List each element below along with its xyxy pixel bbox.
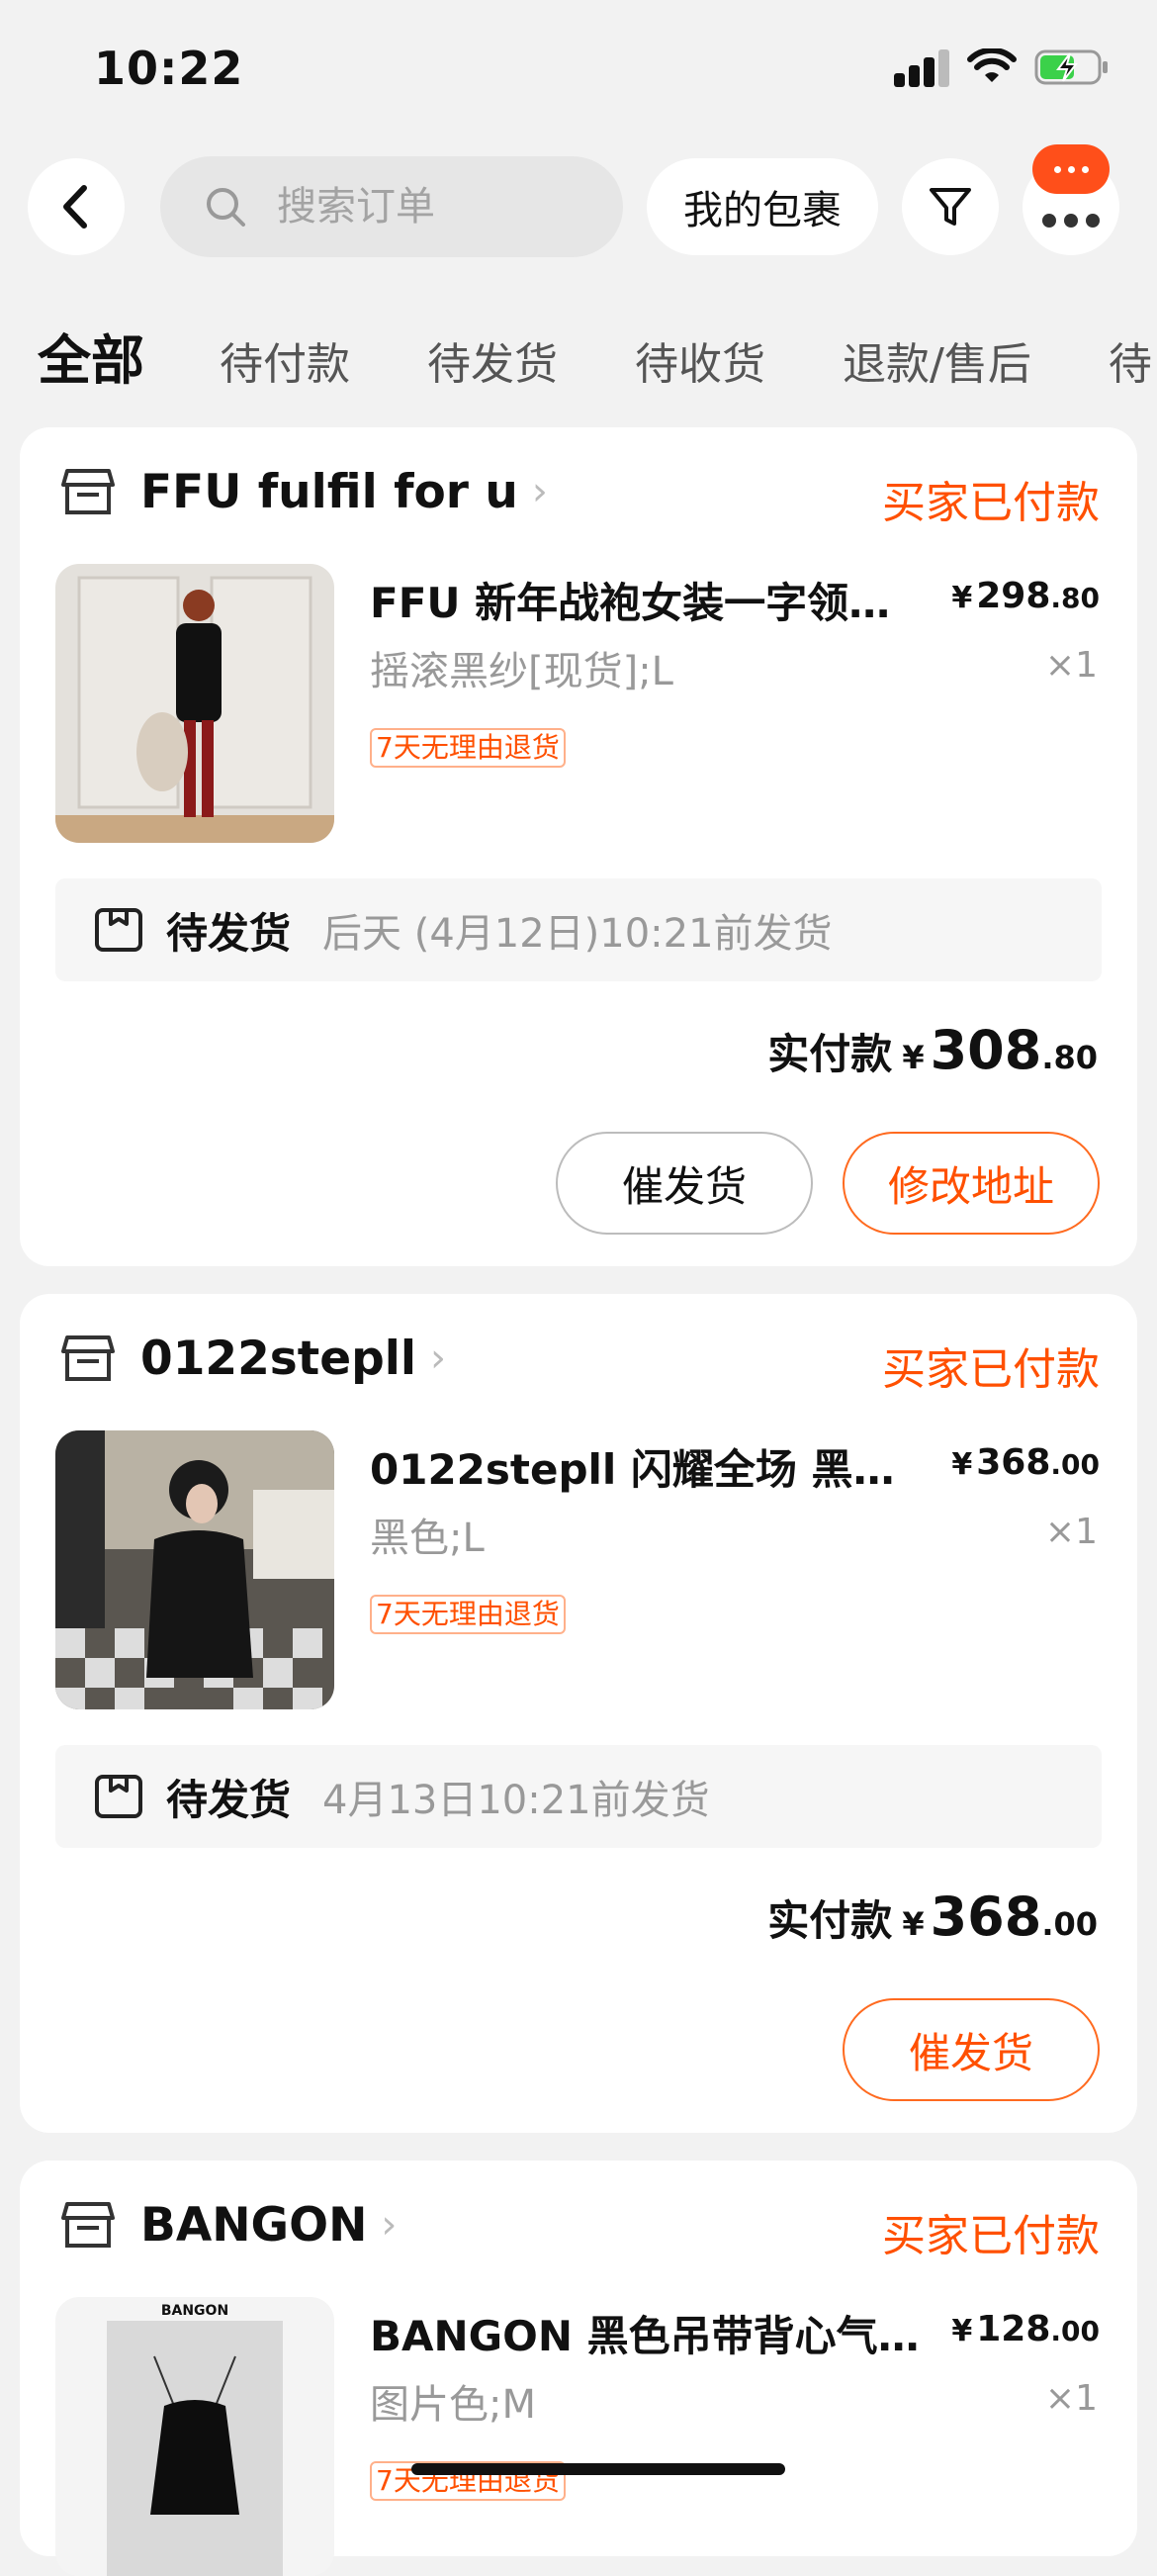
wifi-icon — [967, 48, 1017, 86]
home-indicator — [411, 2463, 785, 2475]
urge-shipment-button[interactable]: 催发货 — [556, 1132, 813, 1235]
shop-icon — [61, 469, 115, 514]
shop-name: FFU fulfil for u — [140, 464, 518, 519]
tab-all[interactable]: 全部 — [38, 317, 144, 395]
product-quantity: ×1 — [1044, 645, 1098, 686]
more-icon — [1042, 214, 1100, 228]
search-bar[interactable] — [160, 156, 623, 257]
status-time: 10:22 — [94, 42, 244, 95]
shop-icon — [61, 2202, 115, 2248]
shop-name: BANGON — [140, 2197, 368, 2253]
shop-name: 0122stepll — [140, 1331, 416, 1386]
paid-amount: 实付款 ¥308.80 — [767, 1019, 1098, 1081]
order-status: 买家已付款 — [882, 1344, 1100, 1395]
filter-button[interactable] — [902, 158, 999, 255]
product-image[interactable]: BANGON — [55, 2297, 334, 2576]
shipping-status: 待发货 — [166, 1775, 292, 1824]
order-card[interactable]: 0122stepll › 买家已付款 0122stepll 闪耀全场 黑色… ¥… — [20, 1294, 1137, 2133]
product-quantity: ×1 — [1044, 1512, 1098, 1552]
shop-header[interactable]: 0122stepll › — [59, 1330, 446, 1387]
chevron-right-icon: › — [430, 1335, 446, 1381]
order-status: 买家已付款 — [882, 2211, 1100, 2261]
tab-pending-review[interactable]: 待 — [1109, 328, 1152, 392]
product-title[interactable]: 0122stepll 闪耀全场 黑色… — [370, 1436, 924, 1497]
urge-shipment-button[interactable]: 催发货 — [843, 1998, 1100, 2101]
message-badge — [1032, 144, 1110, 194]
order-tabs: 全部 待付款 待发货 待收货 退款/售后 待 — [38, 317, 1157, 395]
search-input[interactable] — [275, 183, 605, 230]
product-quantity: ×1 — [1044, 2378, 1098, 2419]
chevron-right-icon: › — [531, 469, 548, 514]
shipping-deadline: 4月13日10:21前发货 — [322, 1778, 710, 1823]
chevron-right-icon: › — [381, 2202, 398, 2248]
order-card[interactable]: BANGON › 买家已付款 BANGON BANGON 黑色吊带背心气… ¥1… — [20, 2161, 1137, 2576]
package-icon — [95, 1775, 142, 1818]
search-icon — [207, 188, 245, 227]
tab-pending-receipt[interactable]: 待收货 — [635, 328, 765, 392]
status-icons — [894, 47, 1110, 87]
product-spec: 摇滚黑纱[现货];L — [370, 649, 673, 694]
tab-pending-shipment[interactable]: 待发货 — [427, 328, 558, 392]
product-title[interactable]: BANGON 黑色吊带背心气… — [370, 2303, 924, 2363]
battery-charging-icon — [1034, 47, 1110, 87]
product-spec: 图片色;M — [370, 2382, 536, 2428]
product-price: ¥298.80 — [951, 576, 1100, 616]
shop-header[interactable]: BANGON › — [59, 2196, 397, 2254]
return-policy-tag: 7天无理由退货 — [370, 728, 566, 768]
back-icon — [63, 185, 87, 229]
tab-refund[interactable]: 退款/售后 — [843, 328, 1031, 392]
order-status: 买家已付款 — [882, 478, 1100, 528]
paid-amount: 实付款 ¥368.00 — [767, 1886, 1098, 1948]
my-packages-button[interactable]: 我的包裹 — [647, 158, 878, 255]
product-price: ¥368.00 — [951, 1442, 1100, 1483]
filter-icon — [930, 188, 971, 226]
change-address-button[interactable]: 修改地址 — [843, 1132, 1100, 1235]
product-price: ¥128.00 — [951, 2309, 1100, 2349]
shop-icon — [61, 1335, 115, 1381]
back-button[interactable] — [28, 158, 125, 255]
package-icon — [95, 908, 142, 952]
shop-header[interactable]: FFU fulfil for u › — [59, 463, 548, 520]
shipping-info[interactable]: 待发货 4月13日10:21前发货 — [55, 1745, 1102, 1848]
shipping-deadline: 后天 (4月12日)10:21前发货 — [322, 911, 833, 957]
shipping-info[interactable]: 待发货 后天 (4月12日)10:21前发货 — [55, 878, 1102, 981]
product-image[interactable] — [55, 564, 334, 843]
tab-pending-payment[interactable]: 待付款 — [220, 328, 350, 392]
product-image[interactable] — [55, 1430, 334, 1709]
signal-icon — [894, 47, 949, 87]
product-spec: 黑色;L — [370, 1516, 485, 1561]
order-card[interactable]: FFU fulfil for u › 买家已付款 FFU 新年战袍女装一字领… … — [20, 427, 1137, 1266]
product-brand-logo: BANGON — [160, 2303, 229, 2319]
product-title[interactable]: FFU 新年战袍女装一字领… — [370, 570, 924, 630]
shipping-status: 待发货 — [166, 908, 292, 958]
return-policy-tag: 7天无理由退货 — [370, 1595, 566, 1634]
